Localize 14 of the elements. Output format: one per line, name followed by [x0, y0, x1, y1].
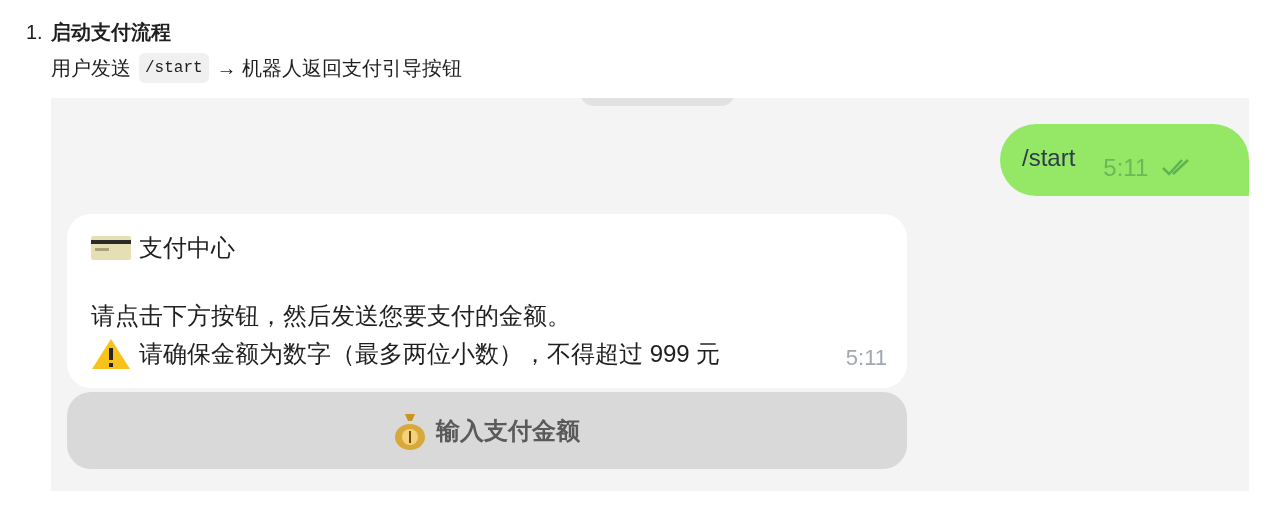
inline-keyboard-button[interactable]: 输入支付金额 [67, 392, 907, 469]
step-description: 用户发送 [51, 56, 131, 81]
credit-card-icon [91, 236, 131, 260]
warning-icon [91, 338, 131, 370]
message-text: /start [1022, 143, 1076, 173]
step-description: → 机器人返回支付引导按钮 [216, 56, 463, 81]
step-title: 启动支付流程 [51, 20, 172, 45]
message-time: 5:11 [845, 344, 887, 372]
inline-code: /start [139, 53, 209, 83]
money-bag-icon [394, 411, 426, 450]
message-text: 请点击下方按钮，然后发送您要支付的金额。 [91, 301, 572, 331]
list-number: 1. [26, 20, 44, 45]
message-text: 请确保金额为数字（最多两位小数），不得超过 999 元 [139, 339, 721, 369]
message-title: 支付中心 [139, 233, 235, 263]
